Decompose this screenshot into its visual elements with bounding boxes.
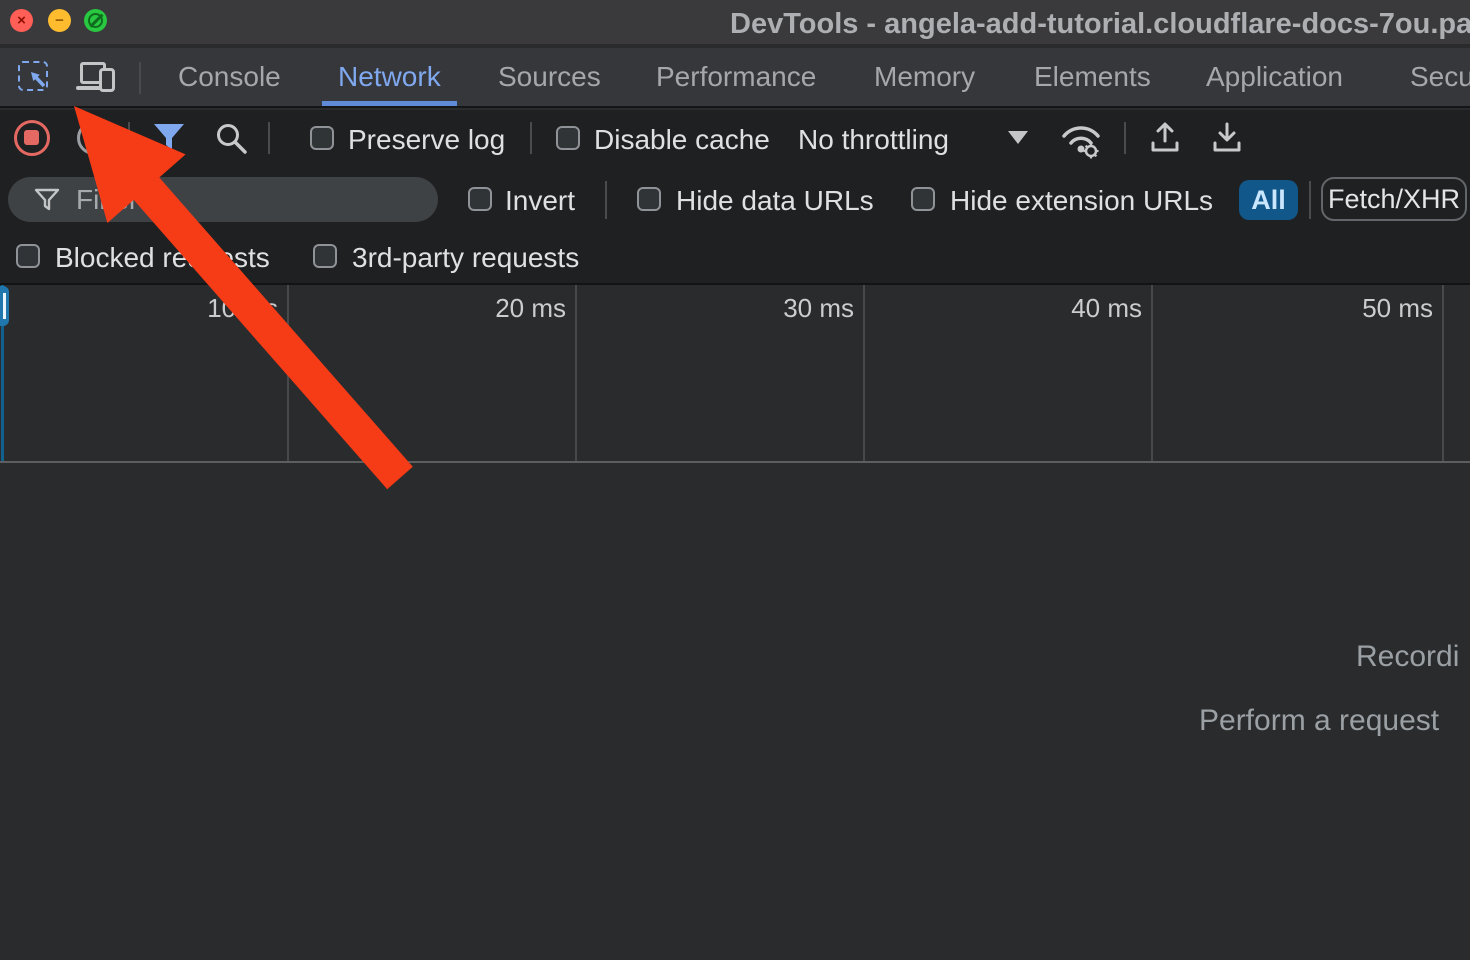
- hide-extension-urls-checkbox[interactable]: [911, 187, 935, 211]
- gear-icon: [1084, 144, 1099, 159]
- timeline-tick-label: 20 ms: [495, 293, 566, 324]
- minimize-icon: −: [48, 9, 71, 32]
- filter-input[interactable]: [76, 181, 416, 219]
- timeline-gridline: [1151, 285, 1153, 461]
- tab-network[interactable]: Network: [338, 48, 441, 106]
- timeline-gridline: [287, 285, 289, 461]
- clear-icon: [85, 128, 106, 149]
- tab-security[interactable]: Secu: [1410, 48, 1470, 106]
- tab-sources[interactable]: Sources: [498, 48, 601, 106]
- request-type-all-button[interactable]: All: [1239, 180, 1298, 220]
- title-bar: × − DevTools - angela-add-tutorial.cloud…: [0, 0, 1470, 46]
- clear-network-log-button[interactable]: [77, 121, 111, 155]
- devtools-window: × − DevTools - angela-add-tutorial.cloud…: [0, 0, 1470, 960]
- blocked-requests-label: Blocked requests: [55, 242, 270, 274]
- export-har-button[interactable]: [1208, 119, 1246, 157]
- disable-cache-checkbox[interactable]: [556, 126, 580, 150]
- throttling-select[interactable]: No throttling: [798, 124, 949, 156]
- upload-icon: [1153, 124, 1177, 150]
- hide-data-urls-checkbox[interactable]: [637, 187, 661, 211]
- timeline-tick-label: 40 ms: [1071, 293, 1142, 324]
- request-type-fetch-xhr-button[interactable]: Fetch/XHR: [1321, 177, 1467, 221]
- toolbar-separator: [128, 122, 130, 154]
- tab-application[interactable]: Application: [1206, 48, 1343, 106]
- preserve-log-checkbox[interactable]: [310, 126, 334, 150]
- overview-drag-handle[interactable]: [0, 286, 9, 326]
- empty-state-hint-text: Perform a request: [1199, 704, 1439, 738]
- filter-separator: [1309, 181, 1311, 219]
- toolbar-separator: [530, 122, 532, 154]
- window-title: DevTools - angela-add-tutorial.cloudflar…: [730, 8, 1470, 41]
- invert-label: Invert: [505, 185, 575, 217]
- filter-toggle-button[interactable]: [152, 122, 186, 154]
- preserve-log-label: Preserve log: [348, 124, 505, 156]
- record-icon: [24, 130, 39, 145]
- hide-extension-urls-label: Hide extension URLs: [950, 185, 1213, 217]
- tabbar-separator: [139, 62, 141, 94]
- tab-performance[interactable]: Performance: [656, 48, 816, 106]
- timeline-gridline: [575, 285, 577, 461]
- close-icon: ×: [10, 9, 33, 32]
- network-conditions-button[interactable]: [1058, 118, 1104, 160]
- import-har-button[interactable]: [1146, 119, 1184, 157]
- timeline-tick-label: 50 ms: [1362, 293, 1433, 324]
- record-network-log-button[interactable]: [14, 120, 50, 156]
- third-party-requests-checkbox[interactable]: [313, 244, 337, 268]
- minimize-window-button[interactable]: −: [48, 9, 71, 32]
- inspect-cursor-icon: [26, 68, 50, 92]
- timeline-gridline: [863, 285, 865, 461]
- disable-cache-label: Disable cache: [594, 124, 770, 156]
- close-window-button[interactable]: ×: [10, 9, 33, 32]
- network-overview-timeline[interactable]: 10 ms 20 ms 30 ms 40 ms 50 ms: [0, 285, 1470, 463]
- tab-memory[interactable]: Memory: [874, 48, 975, 106]
- hide-data-urls-label: Hide data URLs: [676, 185, 874, 217]
- invert-checkbox[interactable]: [468, 187, 492, 211]
- empty-state-recording-text: Recordi: [1356, 640, 1459, 674]
- timeline-tick-label: 30 ms: [783, 293, 854, 324]
- chevron-down-icon[interactable]: [1008, 131, 1028, 144]
- tab-elements[interactable]: Elements: [1034, 48, 1151, 106]
- wifi-icon: [1064, 128, 1098, 136]
- zoom-window-button[interactable]: [84, 9, 107, 32]
- timeline-gridline: [1442, 285, 1444, 461]
- download-icon: [1215, 124, 1239, 150]
- tab-console[interactable]: Console: [178, 48, 281, 106]
- funnel-outline-icon: [34, 188, 60, 212]
- third-party-requests-label: 3rd-party requests: [352, 242, 579, 274]
- timeline-tick-label: 10 ms: [207, 293, 278, 324]
- funnel-icon: [154, 124, 184, 150]
- blocked-requests-checkbox[interactable]: [16, 244, 40, 268]
- search-button[interactable]: [214, 121, 250, 157]
- toolbar-separator: [1124, 122, 1126, 154]
- filter-separator: [605, 181, 607, 219]
- toolbar-separator: [268, 122, 270, 154]
